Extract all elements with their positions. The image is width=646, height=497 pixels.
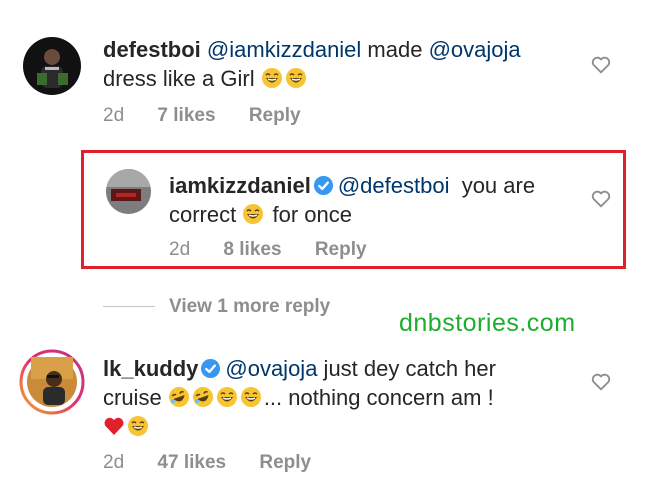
reply-button[interactable]: Reply bbox=[249, 105, 301, 126]
comment-text: iamkizzdaniel @defestboi you are correct … bbox=[169, 171, 535, 229]
view-more-replies-button[interactable]: View 1 more reply bbox=[103, 296, 330, 318]
username[interactable]: lk_kuddy bbox=[103, 356, 198, 381]
comment-body: you are bbox=[449, 173, 536, 198]
timestamp: 2d bbox=[169, 239, 191, 260]
likes-count[interactable]: 47 likes bbox=[157, 452, 226, 473]
comment-text: lk_kuddy @ovajoja just dey catch her crui… bbox=[103, 354, 496, 441]
avatar[interactable] bbox=[106, 169, 151, 214]
watermark: dnbstories.com bbox=[399, 309, 576, 337]
like-heart-icon[interactable] bbox=[590, 188, 612, 210]
comment-defestboi: defestboi @iamkizzdaniel made @ovajoja d… bbox=[0, 0, 646, 140]
avatar[interactable] bbox=[23, 37, 81, 95]
comment-body: made bbox=[361, 37, 429, 62]
reply-button[interactable]: Reply bbox=[259, 452, 311, 473]
mention-link[interactable]: @ovajoja bbox=[225, 356, 317, 381]
like-heart-icon[interactable] bbox=[590, 371, 612, 393]
view-more-label[interactable]: View 1 more reply bbox=[169, 296, 330, 317]
laughing-emoji-icon bbox=[128, 416, 148, 436]
comment-meta: 2d 7 likes Reply bbox=[103, 105, 301, 127]
comment-body: dress like a Girl bbox=[103, 66, 255, 91]
mention-link[interactable]: @ovajoja bbox=[429, 37, 521, 62]
username[interactable]: defestboi bbox=[103, 37, 201, 62]
likes-count[interactable]: 7 likes bbox=[157, 105, 215, 126]
verified-badge-icon bbox=[201, 358, 221, 379]
comment-body: for once bbox=[266, 202, 352, 227]
rolling-laughing-emoji-icon bbox=[192, 387, 213, 407]
comment-body: ... nothing concern am ! bbox=[263, 385, 494, 410]
timestamp: 2d bbox=[103, 452, 125, 473]
comment-body: cruise bbox=[103, 385, 162, 410]
comment-lk-kuddy: lk_kuddy @ovajoja just dey catch her crui… bbox=[0, 340, 646, 490]
comment-meta: 2d 47 likes Reply bbox=[103, 452, 311, 474]
laughing-emoji-icon bbox=[285, 68, 306, 88]
laughing-emoji-icon bbox=[243, 204, 264, 224]
verified-badge-icon bbox=[313, 175, 333, 196]
timestamp: 2d bbox=[103, 105, 125, 126]
comment-text: defestboi @iamkizzdaniel made @ovajoja d… bbox=[103, 35, 521, 93]
rolling-laughing-emoji-icon bbox=[168, 387, 189, 407]
avatar-story-ring[interactable] bbox=[19, 349, 85, 415]
laughing-emoji-icon bbox=[216, 387, 237, 407]
like-heart-icon[interactable] bbox=[590, 54, 612, 76]
comment-body: correct bbox=[169, 202, 237, 227]
divider-line bbox=[103, 306, 155, 308]
comment-iamkizzdaniel: iamkizzdaniel @defestboi you are correct … bbox=[0, 150, 646, 270]
laughing-emoji-icon bbox=[261, 68, 282, 88]
username[interactable]: iamkizzdaniel bbox=[169, 173, 311, 198]
comment-body: just dey catch her bbox=[317, 356, 496, 381]
mention-link[interactable]: @iamkizzdaniel bbox=[207, 37, 361, 62]
likes-count[interactable]: 8 likes bbox=[223, 239, 281, 260]
reply-button[interactable]: Reply bbox=[315, 239, 367, 260]
mention-link[interactable]: @defestboi bbox=[338, 173, 450, 198]
red-heart-emoji-icon bbox=[104, 417, 124, 435]
comment-meta: 2d 8 likes Reply bbox=[169, 239, 367, 261]
laughing-emoji-icon bbox=[240, 387, 261, 407]
